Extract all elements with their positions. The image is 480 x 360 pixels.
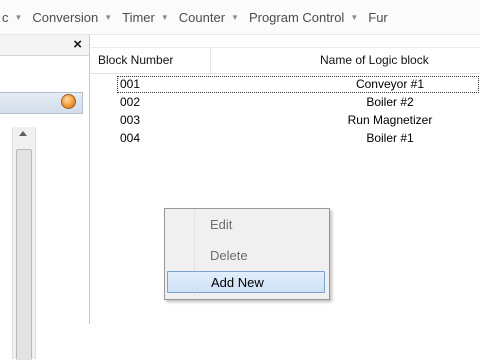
scrollbar-thumb[interactable] xyxy=(16,149,32,360)
block-number-cell: 002 xyxy=(120,95,141,109)
menu-item-label: Counter xyxy=(178,9,226,25)
chevron-down-icon: ▼ xyxy=(231,12,239,22)
scroll-up-arrow-icon[interactable] xyxy=(19,131,27,136)
list-row[interactable]: 002 Boiler #2 xyxy=(90,93,480,111)
menu-item-add-new[interactable]: Add New xyxy=(167,271,325,293)
chevron-down-icon: ▼ xyxy=(160,12,169,22)
menu-item-label: Program Control xyxy=(248,9,345,25)
chevron-down-icon: ▼ xyxy=(14,12,23,22)
menu-item-program-control[interactable]: Program Control ▼ xyxy=(246,10,365,25)
block-name-cell: Conveyor #1 xyxy=(355,77,425,91)
inner-window-titlebar xyxy=(0,92,83,114)
list-row[interactable]: 004 Boiler #1 xyxy=(90,129,480,147)
orb-button-icon[interactable] xyxy=(61,94,76,109)
menu-item-counter[interactable]: Counter ▼ xyxy=(176,10,246,25)
left-dock-pane: × xyxy=(0,35,90,360)
block-name-cell: Boiler #1 xyxy=(366,131,414,145)
list-rows: 001 Conveyor #1 002 Boiler #2 003 Run Ma… xyxy=(90,75,480,147)
list-row[interactable]: 001 Conveyor #1 xyxy=(90,75,480,93)
list-row[interactable]: 003 Run Magnetizer xyxy=(90,111,480,129)
block-number-cell: 001 xyxy=(120,77,141,91)
column-header-name[interactable]: Name of Logic block xyxy=(320,48,429,73)
block-name-cell: Run Magnetizer xyxy=(347,113,433,127)
block-number-cell: 004 xyxy=(120,131,141,145)
column-divider[interactable] xyxy=(210,48,211,73)
menu-item-label: Fur xyxy=(368,9,388,25)
menu-item-label: c xyxy=(2,9,9,25)
column-header-block-number[interactable]: Block Number xyxy=(98,48,173,73)
menu-item-logic[interactable]: c ▼ xyxy=(0,10,29,25)
block-name-cell: Boiler #2 xyxy=(366,95,414,109)
pane-header: × xyxy=(0,35,89,56)
menu-item-conversion[interactable]: Conversion ▼ xyxy=(29,10,119,25)
context-menu: Edit Delete Add New xyxy=(164,208,330,300)
menu-item-functions[interactable]: Fur xyxy=(365,10,395,25)
menu-item-label: Timer xyxy=(122,9,155,25)
menu-item-timer[interactable]: Timer ▼ xyxy=(119,10,176,25)
close-icon[interactable]: × xyxy=(73,36,82,54)
block-number-cell: 003 xyxy=(120,113,141,127)
list-header: Block Number Name of Logic block xyxy=(90,47,480,74)
chevron-down-icon: ▼ xyxy=(104,12,113,22)
vertical-scrollbar[interactable] xyxy=(12,127,36,360)
menu-item-delete[interactable]: Delete xyxy=(167,245,325,267)
menu-item-label: Conversion xyxy=(32,9,99,25)
menu-item-edit[interactable]: Edit xyxy=(167,214,325,236)
chevron-down-icon: ▼ xyxy=(350,12,359,22)
menu-bar: c ▼ Conversion ▼ Timer ▼ Counter ▼ Progr… xyxy=(0,0,480,35)
